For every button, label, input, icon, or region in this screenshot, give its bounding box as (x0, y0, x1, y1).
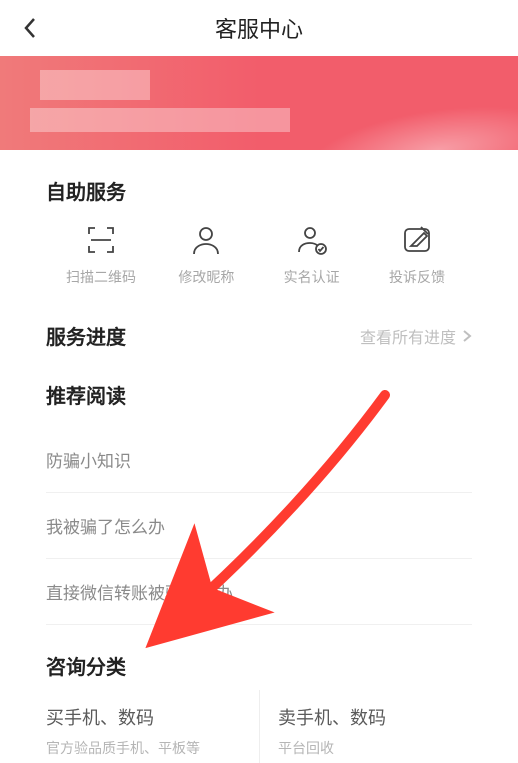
scan-qr-icon (84, 223, 118, 257)
self-service-label: 投诉反馈 (389, 267, 445, 287)
banner-blur-block (40, 70, 150, 100)
chevron-left-icon (23, 17, 37, 39)
section-title-consult: 咨询分类 (46, 651, 472, 680)
section-title-self-service: 自助服务 (46, 176, 472, 205)
section-title-progress: 服务进度 (46, 321, 126, 350)
consult-grid: 买手机、数码 官方验品质手机、平板等 卖手机、数码 平台回收 游戏账号 个人闲置 (46, 690, 472, 763)
consult-cell-title: 买手机、数码 (46, 704, 241, 730)
self-service-feedback[interactable]: 投诉反馈 (372, 223, 462, 287)
reading-list: 防骗小知识 我被骗了怎么办 直接微信转账被骗怎么办 (46, 427, 472, 625)
consult-sell-phone[interactable]: 卖手机、数码 平台回收 (259, 690, 472, 763)
back-button[interactable] (18, 16, 42, 40)
self-service-label: 修改昵称 (178, 267, 234, 287)
consult-cell-sub: 官方验品质手机、平板等 (46, 738, 241, 758)
self-service-edit-nickname[interactable]: 修改昵称 (161, 223, 251, 287)
header-bar: 客服中心 (0, 0, 518, 56)
banner-blur-block (30, 108, 290, 132)
self-service-section: 自助服务 扫描二维码 修改昵称 实名认证 (0, 176, 518, 763)
self-service-label: 实名认证 (284, 267, 340, 287)
consult-cell-title: 卖手机、数码 (278, 704, 472, 730)
view-all-progress-label: 查看所有进度 (360, 324, 456, 348)
edit-nickname-icon (189, 223, 223, 257)
verify-id-icon (295, 223, 329, 257)
view-all-progress-link[interactable]: 查看所有进度 (360, 324, 472, 348)
self-service-row: 扫描二维码 修改昵称 实名认证 投诉反馈 (46, 223, 472, 287)
reading-item[interactable]: 我被骗了怎么办 (46, 493, 472, 559)
page-title: 客服中心 (215, 12, 303, 44)
service-progress-row: 服务进度 查看所有进度 (46, 321, 472, 350)
page-root: 客服中心 自助服务 扫描二维码 修改昵称 (0, 0, 518, 763)
section-title-reading: 推荐阅读 (46, 380, 472, 409)
feedback-icon (400, 223, 434, 257)
chevron-right-icon (462, 329, 472, 343)
banner[interactable] (0, 56, 518, 150)
self-service-scan-qr[interactable]: 扫描二维码 (56, 223, 146, 287)
consult-buy-phone[interactable]: 买手机、数码 官方验品质手机、平板等 (46, 690, 259, 763)
self-service-label: 扫描二维码 (66, 267, 136, 287)
consult-cell-sub: 平台回收 (278, 738, 472, 758)
reading-item[interactable]: 直接微信转账被骗怎么办 (46, 559, 472, 625)
self-service-verify-id[interactable]: 实名认证 (267, 223, 357, 287)
reading-item[interactable]: 防骗小知识 (46, 427, 472, 493)
